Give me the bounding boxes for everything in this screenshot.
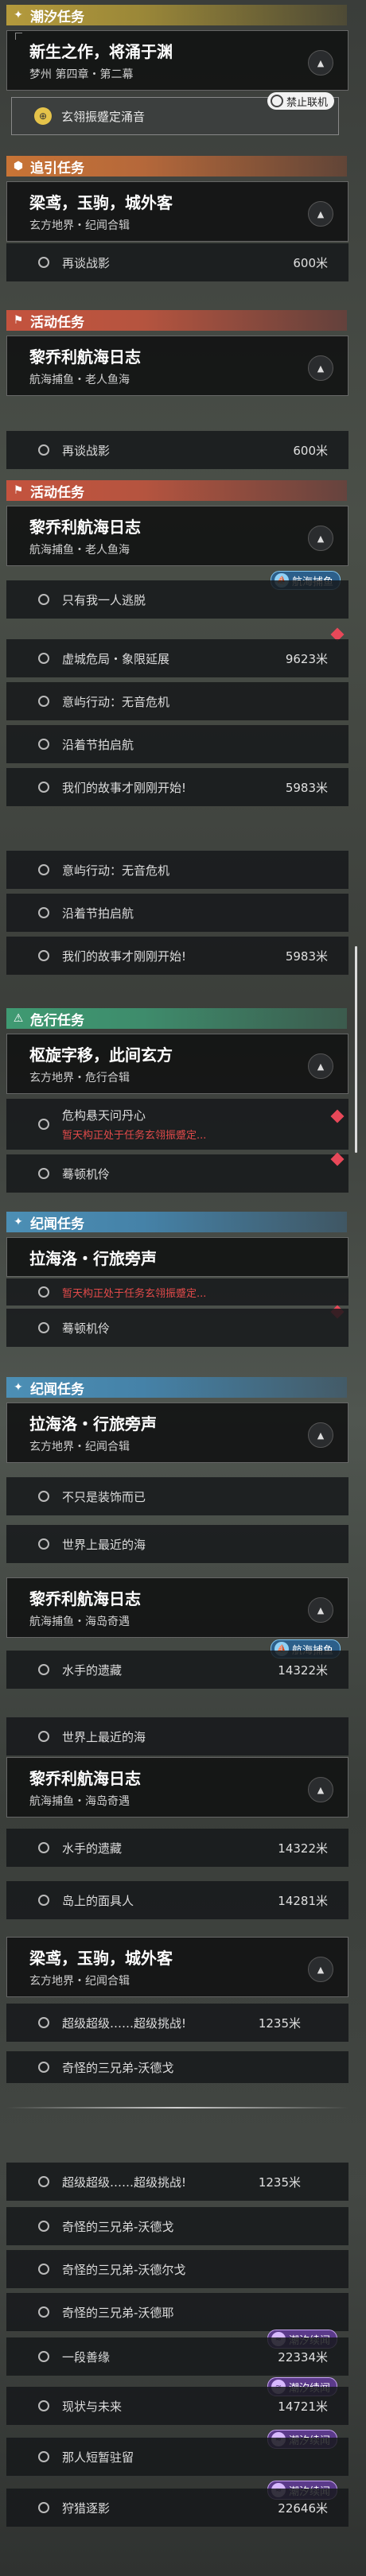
quest-row[interactable]: 意屿行动：无音危机 — [6, 682, 348, 720]
radio-icon — [38, 653, 49, 664]
scrollbar-thumb[interactable] — [355, 946, 357, 1153]
quest-row[interactable]: 蓦顿机伶 — [6, 1154, 348, 1193]
radio-icon — [38, 1168, 49, 1179]
chevron-up-icon[interactable]: ▲ — [308, 201, 333, 227]
radio-icon — [38, 2017, 49, 2028]
chevron-up-icon[interactable]: ▲ — [308, 1957, 333, 1982]
quest-card[interactable]: 黎乔利航海日志 航海捕鱼・老人鱼海 ▲ — [6, 506, 348, 566]
blocked-icon — [38, 1286, 49, 1298]
quest-row[interactable]: 虚城危局・象限延展 9623米 — [6, 639, 348, 677]
location-pin-icon: ⬢ — [13, 160, 24, 173]
quest-row[interactable]: 沿着节拍启航 — [6, 894, 348, 932]
category-header-chronicle[interactable]: ✦ 纪闻任务 — [6, 1377, 347, 1398]
quest-row[interactable]: 奇怪的三兄弟-沃德尔戈 — [6, 2250, 348, 2288]
divider — [6, 2107, 348, 2109]
quest-card[interactable]: 枢旋字移，此间玄方 玄方地界・危行合辑 ▲ — [6, 1034, 348, 1094]
quest-row[interactable]: 岛上的面具人 14281米 — [6, 1881, 348, 1919]
quest-row[interactable]: 只有我一人逃脱 — [6, 580, 348, 619]
radio-icon — [38, 696, 49, 707]
quest-card[interactable]: 黎乔利航海日志 航海捕鱼・海岛奇遇 ▲ — [6, 1577, 348, 1638]
flag-icon: ⚑ — [13, 484, 24, 497]
quest-row[interactable]: 不只是装饰而已 — [6, 1477, 348, 1515]
radio-icon — [38, 2502, 49, 2513]
radio-icon — [38, 1491, 49, 1502]
category-header-tide[interactable]: ✦ 潮汐任务 — [6, 5, 347, 25]
chevron-up-icon[interactable]: ▲ — [308, 1597, 333, 1623]
category-header-danger[interactable]: ⚠ 危行任务 — [6, 1008, 347, 1029]
radio-icon — [38, 2306, 49, 2318]
quest-card[interactable]: 拉海洛・行旅旁声 玄方地界・纪闻合辑 ▲ — [6, 1402, 348, 1463]
quest-row[interactable]: 水手的遗藏 14322米 — [6, 1651, 348, 1689]
chevron-up-icon[interactable]: ▲ — [308, 1053, 333, 1079]
radio-icon — [38, 739, 49, 750]
radio-icon — [38, 1731, 49, 1742]
target-icon: ⊕ — [34, 107, 52, 125]
chevron-up-icon[interactable]: ▲ — [308, 1777, 333, 1802]
quest-row[interactable]: 超级超级……超级挑战! 1235米 — [6, 2163, 348, 2201]
category-header-event[interactable]: ⚑ 活动任务 — [6, 310, 347, 331]
radio-icon — [38, 2176, 49, 2187]
chevron-up-icon[interactable]: ▲ — [308, 355, 333, 381]
category-header-event[interactable]: ⚑ 活动任务 — [6, 480, 347, 501]
quest-card[interactable]: 新生之作，将涌于渊 梦州 第四章・第二幕 ▲ — [6, 30, 348, 91]
flag-icon: ⚑ — [13, 314, 24, 327]
sparkle-icon: ✦ — [14, 1216, 23, 1228]
radio-icon — [38, 1322, 49, 1333]
quest-row[interactable]: 沿着节拍启航 — [6, 725, 348, 763]
quest-row[interactable]: 奇怪的三兄弟-沃德戈 — [6, 2051, 348, 2083]
blocked-icon — [38, 1119, 49, 1130]
category-header-chronicle[interactable]: ✦ 纪闻任务 — [6, 1212, 347, 1232]
quest-row[interactable]: 世界上最近的海 — [6, 1525, 348, 1563]
radio-icon — [38, 950, 49, 961]
quest-row[interactable]: 狩猎逐影 22646米 — [6, 2489, 348, 2527]
category-header-guide[interactable]: ⬢ 追引任务 — [6, 156, 347, 177]
radio-icon — [38, 2264, 49, 2275]
radio-icon — [38, 594, 49, 605]
radio-icon — [38, 2221, 49, 2232]
quest-row[interactable]: 蓦顿机伶 — [6, 1309, 348, 1347]
quest-card[interactable]: 黎乔利航海日志 航海捕鱼・老人鱼海 ▲ — [6, 336, 348, 396]
quest-row[interactable]: 我们的故事才刚刚开始! 5983米 — [6, 937, 348, 975]
quest-row[interactable]: 我们的故事才刚刚开始! 5983米 — [6, 768, 348, 806]
chevron-up-icon[interactable]: ▲ — [308, 50, 333, 76]
quest-row[interactable]: 奇怪的三兄弟-沃德戈 — [6, 2207, 348, 2245]
radio-icon — [38, 1842, 49, 1853]
radio-icon — [38, 864, 49, 875]
radio-icon — [38, 782, 49, 793]
corner-marker-icon — [15, 33, 22, 40]
radio-icon — [38, 1664, 49, 1675]
radio-icon — [38, 1895, 49, 1906]
quest-row[interactable]: 再谈战影 600米 — [6, 243, 348, 281]
quest-row[interactable]: 超级超级……超级挑战! 1235米 — [6, 2004, 348, 2042]
quest-card[interactable]: 拉海洛・行旅旁声 — [6, 1237, 348, 1277]
quest-row[interactable]: 奇怪的三兄弟-沃德耶 — [6, 2293, 348, 2331]
quest-row[interactable]: 一段善缘 22334米 — [6, 2337, 348, 2376]
radio-icon — [38, 2062, 49, 2073]
quest-card[interactable]: 黎乔利航海日志 航海捕鱼・海岛奇遇 ▲ — [6, 1757, 348, 1818]
radio-icon — [38, 1538, 49, 1550]
quest-card[interactable]: 梁鸢，玉驹，城外客 玄方地界・纪闻合辑 ▲ — [6, 181, 348, 242]
chevron-up-icon[interactable]: ▲ — [308, 526, 333, 551]
radio-icon — [38, 2400, 49, 2411]
radio-icon — [38, 444, 49, 456]
sparkle-icon: ✦ — [14, 9, 23, 21]
radio-icon — [38, 2351, 49, 2362]
radio-icon — [38, 2451, 49, 2462]
sparkle-icon: ✦ — [14, 1381, 23, 1394]
quest-row-blocked[interactable]: 暂天构正处于任务玄翎振蹙定... — [6, 1278, 348, 1305]
quest-row[interactable]: 世界上最近的海 — [6, 1717, 348, 1755]
quest-row[interactable]: 意屿行动：无音危机 — [6, 851, 348, 889]
no-entry-icon — [271, 95, 283, 107]
chevron-up-icon[interactable]: ▲ — [308, 1422, 333, 1448]
quest-row[interactable]: 现状与未来 14721米 — [6, 2387, 348, 2425]
quest-card[interactable]: 梁鸢，玉驹，城外客 玄方地界・纪闻合辑 ▲ — [6, 1937, 348, 1997]
hazard-icon: ⚠ — [13, 1012, 24, 1025]
radio-icon — [38, 907, 49, 918]
quest-row[interactable]: 再谈战影 600米 — [6, 431, 348, 469]
radio-icon — [38, 257, 49, 268]
quest-row-blocked[interactable]: 危构悬天问丹心 暂天构正处于任务玄翎振蹙定... — [6, 1099, 348, 1150]
ban-coop-badge: 禁止联机 — [267, 92, 335, 110]
quest-row[interactable]: 水手的遗藏 14322米 — [6, 1829, 348, 1867]
quest-row[interactable]: 那人短暂驻留 — [6, 2438, 348, 2476]
